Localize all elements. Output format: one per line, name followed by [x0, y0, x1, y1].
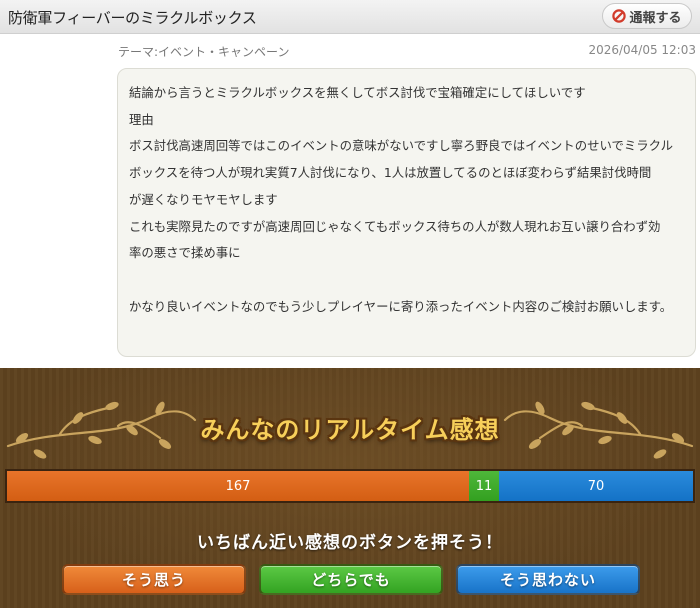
- post-line: ボックスを待つ人が現れ実質7人討伐になり、1人は放置してるのとほぼ変わらず結果討…: [129, 165, 652, 181]
- prohibited-icon: [612, 9, 627, 23]
- reaction-result-bar: 167 11 70: [5, 469, 695, 503]
- post-line: 理由: [129, 111, 154, 127]
- post-line: 結論から言うとミラクルボックスを無くしてボス討伐で宝箱確定にしてほしいです: [129, 85, 586, 100]
- disagree-count-segment: 70: [499, 471, 693, 501]
- post-line: が遅くなりモヤモヤします: [129, 191, 278, 207]
- vote-prompt: いちばん近い感想のボタンを押そう！: [197, 533, 503, 553]
- report-label: 通報する: [629, 10, 682, 26]
- vote-disagree-button[interactable]: そう思わない: [456, 564, 640, 595]
- post-line-blank: [129, 267, 687, 294]
- post-body: 結論から言うとミラクルボックスを無くしてボス討伐で宝箱確定にしてほしいです 理由…: [117, 68, 696, 357]
- vote-agree-button[interactable]: そう思う: [62, 564, 246, 595]
- post-theme: テーマ:イベント・キャンペーン: [118, 45, 290, 59]
- either-count: 11: [475, 478, 493, 494]
- post-date: 2026/04/05 12:03: [588, 43, 696, 57]
- post-header: 防衛軍フィーバーのミラクルボックス 通報する: [0, 0, 700, 34]
- post-line: ボス討伐高速周回等ではこのイベントの意味がないですし寧ろ野良ではイベントのせいで…: [129, 138, 674, 154]
- realtime-title: みんなのリアルタイム感想: [200, 416, 500, 444]
- post-line: かなり良いイベントなのでもう少しプレイヤーに寄り添ったイベント内容のご検討お願い…: [129, 298, 673, 314]
- agree-count: 167: [225, 478, 251, 494]
- post-line: 率の悪さで揉め事に: [129, 245, 241, 261]
- post-line: これも実際見たのですが高速周回じゃなくてもボックス待ちの人が数人現れお互い譲り合…: [129, 218, 661, 234]
- disagree-count: 70: [587, 478, 605, 494]
- realtime-panel: みんなのリアルタイム感想 167 11 70 いちばん近い感想のボタンを押そう！…: [0, 368, 700, 608]
- report-button[interactable]: 通報する: [602, 3, 692, 29]
- post-title: 防衛軍フィーバーのミラクルボックス: [8, 9, 257, 27]
- either-count-segment: 11: [469, 471, 499, 501]
- vote-either-button[interactable]: どちらでも: [259, 564, 443, 595]
- agree-count-segment: 167: [7, 471, 469, 501]
